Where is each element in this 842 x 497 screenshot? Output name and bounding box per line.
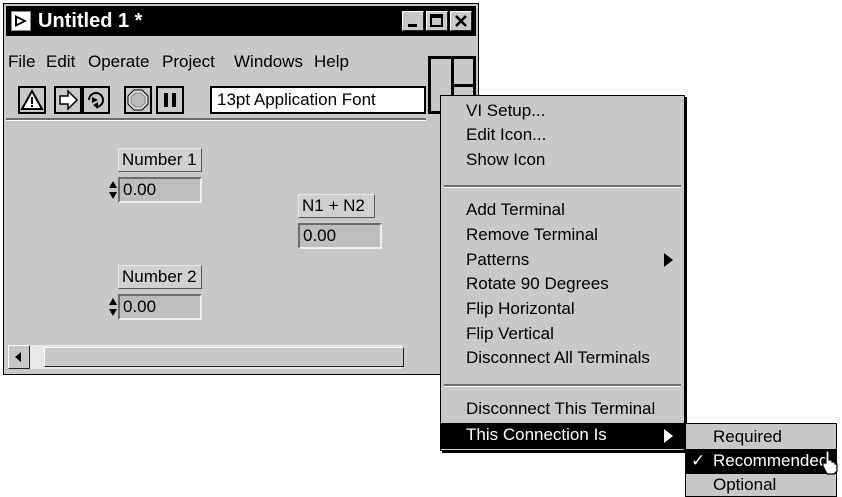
menu-edit[interactable]: Edit — [46, 52, 75, 72]
menu-disconnect-this[interactable]: Disconnect This Terminal — [466, 399, 655, 419]
warning-icon[interactable] — [18, 86, 46, 114]
maximize-button[interactable] — [426, 11, 448, 31]
connector-popup-menu: VI Setup... Edit Icon... Show Icon Add T… — [440, 95, 685, 451]
pointer-cursor-icon — [820, 449, 840, 475]
scroll-thumb[interactable] — [44, 347, 404, 367]
menu-remove-terminal[interactable]: Remove Terminal — [466, 225, 598, 245]
menu-operate[interactable]: Operate — [88, 52, 149, 72]
menu-vi-setup[interactable]: VI Setup... — [466, 101, 545, 121]
abort-icon[interactable] — [124, 86, 152, 114]
submenu-required[interactable]: Required — [713, 427, 782, 447]
window-title: Untitled 1 * — [38, 10, 143, 32]
menu-windows[interactable]: Windows — [234, 52, 303, 72]
number2-input[interactable]: 0.00 — [118, 294, 202, 320]
result-indicator: 0.00 — [298, 223, 382, 249]
menu-separator — [444, 384, 681, 387]
vi-window: Untitled 1 * File Edit Operate Project W… — [3, 3, 479, 375]
connection-type-submenu: Required ✓ Recommended Optional — [685, 423, 837, 497]
scroll-left-icon[interactable] — [8, 345, 30, 369]
menu-show-icon[interactable]: Show Icon — [466, 150, 545, 170]
run-icon[interactable] — [54, 86, 82, 114]
title-bar[interactable]: Untitled 1 * — [6, 6, 476, 36]
number1-increment-decrement[interactable] — [109, 179, 117, 201]
submenu-arrow-icon — [664, 253, 674, 267]
menu-rotate-90[interactable]: Rotate 90 Degrees — [466, 274, 609, 294]
number2-increment-decrement[interactable] — [109, 296, 117, 318]
menu-disconnect-all[interactable]: Disconnect All Terminals — [466, 348, 650, 368]
result-label: N1 + N2 — [298, 194, 375, 218]
menu-flip-vertical[interactable]: Flip Vertical — [466, 324, 554, 344]
menu-patterns[interactable]: Patterns — [466, 250, 529, 270]
menu-separator — [444, 185, 681, 188]
menu-edit-icon[interactable]: Edit Icon... — [466, 125, 546, 145]
number1-label: Number 1 — [118, 148, 202, 172]
checkmark-icon: ✓ — [691, 451, 706, 470]
menu-add-terminal[interactable]: Add Terminal — [466, 200, 565, 220]
number1-input[interactable]: 0.00 — [118, 177, 202, 203]
menu-help[interactable]: Help — [314, 52, 349, 72]
submenu-arrow-icon — [664, 429, 674, 443]
menu-this-connection-is[interactable]: This Connection Is — [466, 425, 607, 445]
pause-icon[interactable] — [156, 86, 184, 114]
run-continuously-icon[interactable] — [82, 86, 110, 114]
close-button[interactable] — [450, 11, 472, 31]
submenu-recommended[interactable]: Recommended — [713, 451, 828, 471]
submenu-optional[interactable]: Optional — [713, 475, 776, 495]
minimize-button[interactable] — [402, 11, 424, 31]
menu-flip-horizontal[interactable]: Flip Horizontal — [466, 299, 575, 319]
menu-file[interactable]: File — [8, 52, 35, 72]
labview-vi-icon[interactable] — [11, 11, 31, 31]
horizontal-scrollbar[interactable] — [8, 345, 474, 369]
menu-project[interactable]: Project — [162, 52, 215, 72]
number2-label: Number 2 — [118, 265, 202, 289]
font-ring[interactable]: 13pt Application Font — [210, 86, 426, 114]
